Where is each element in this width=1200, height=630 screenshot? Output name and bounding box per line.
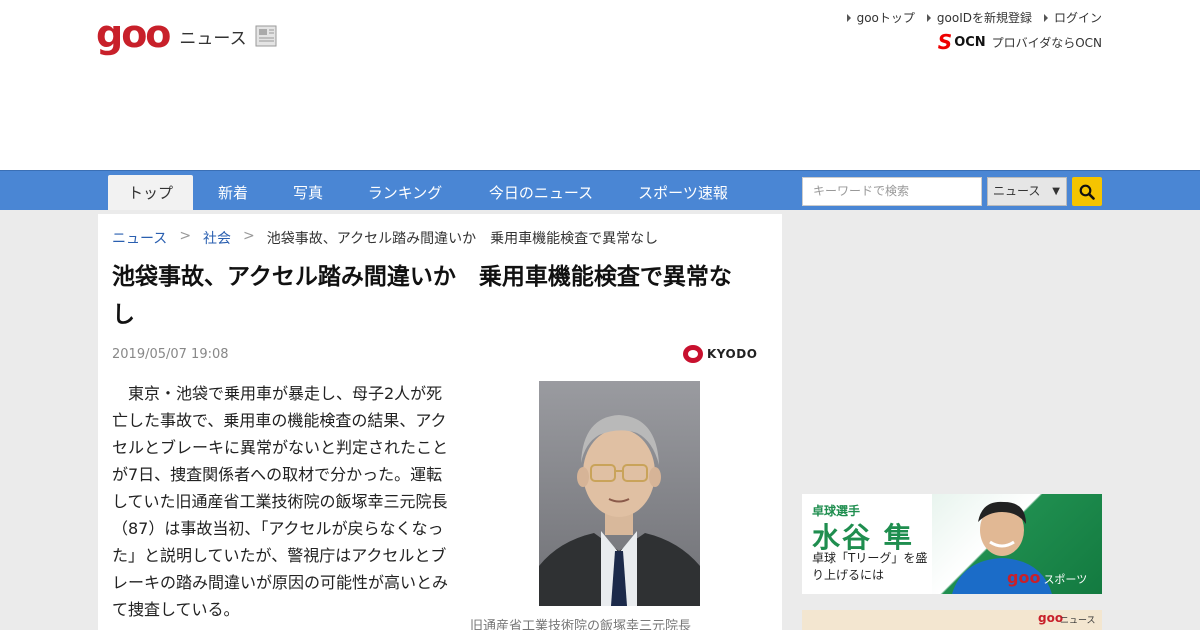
dropdown-arrow-icon: ▼	[1052, 186, 1060, 197]
ocn-promo-text: プロバイダならOCN	[991, 35, 1102, 50]
nav-tab-photo[interactable]: 写真	[280, 175, 336, 211]
portrait-image	[539, 381, 700, 606]
goo-news-logo[interactable]: goo ニュース	[96, 12, 279, 56]
triangle-right-icon	[926, 13, 931, 22]
nav-tab-new[interactable]: 新着	[205, 175, 261, 211]
article-date: 2019/05/07 19:08	[112, 347, 229, 362]
article-body: 東京・池袋で乗用車が暴走し、母子2人が死亡した事故で、乗用車の機能検査の結果、ア…	[112, 384, 449, 619]
photo-caption: 旧通産省工業技術院の飯塚幸三元院長	[470, 619, 692, 630]
search-icon	[1079, 184, 1095, 200]
newspaper-icon	[255, 25, 277, 47]
site-header: goo ニュース gooトップ gooIDを新規登録 ログイン S OCN プロ…	[0, 0, 1200, 170]
search-button[interactable]	[1072, 177, 1102, 206]
news-feature-banner[interactable]: goo ニュース	[802, 610, 1102, 630]
ocn-mark-icon: S	[937, 30, 953, 54]
breadcrumb: ニュース > 社会 > 池袋事故、アクセル踏み間違いか 乗用車機能検査で異常なし	[112, 228, 658, 248]
sports-feature-banner[interactable]: 卓球選手 水谷 隼 卓球「Tリーグ」を盛り上げるには goo スポーツ	[802, 494, 1102, 594]
login-link[interactable]: ログイン	[1043, 9, 1102, 26]
search-input[interactable]: キーワードで検索	[802, 177, 982, 206]
ocn-promo[interactable]: S OCN プロバイダならOCN	[938, 30, 1102, 54]
nav-tab-ranking[interactable]: ランキング	[358, 175, 452, 211]
breadcrumb-separator: >	[179, 228, 192, 244]
goo-news-badge-text: ニュース	[1060, 616, 1096, 626]
nav-tab-top[interactable]: トップ	[108, 175, 193, 211]
global-nav: トップ 新着 写真 ランキング 今日のニュース スポーツ速報 キーワードで検索 …	[0, 170, 1200, 211]
top-links: gooトップ gooIDを新規登録 ログイン	[846, 9, 1102, 26]
nav-tab-sports[interactable]: スポーツ速報	[628, 175, 738, 211]
kyodo-mark-icon	[683, 345, 703, 363]
news-logo-text: ニュース	[179, 28, 247, 49]
breadcrumb-news[interactable]: ニュース	[112, 228, 167, 248]
banner-text-panel: 卓球選手 水谷 隼 卓球「Tリーグ」を盛り上げるには	[802, 494, 932, 594]
article-title: 池袋事故、アクセル踏み間違いか 乗用車機能検査で異常なし	[112, 264, 732, 328]
banner-description: 卓球「Tリーグ」を盛り上げるには	[812, 551, 928, 582]
breadcrumb-separator: >	[243, 228, 255, 244]
goo-sports-badge: goo スポーツ	[1007, 568, 1088, 587]
breadcrumb-current: 池袋事故、アクセル踏み間違いか 乗用車機能検査で異常なし	[266, 231, 659, 247]
goo-top-link[interactable]: gooトップ	[846, 9, 915, 26]
triangle-right-icon	[1043, 13, 1048, 22]
goo-logo-text: goo	[96, 12, 171, 56]
nav-tab-today-news[interactable]: 今日のニュース	[478, 175, 604, 211]
kyodo-source-logo[interactable]: KYODO	[683, 345, 757, 363]
goo-id-register-link[interactable]: gooIDを新規登録	[926, 9, 1032, 26]
breadcrumb-society[interactable]: 社会	[203, 228, 231, 248]
triangle-right-icon	[846, 13, 851, 22]
search-scope-select[interactable]: ニュース ▼	[987, 177, 1067, 206]
ocn-logo: S OCN	[937, 30, 986, 54]
article-panel: ニュース > 社会 > 池袋事故、アクセル踏み間違いか 乗用車機能検査で異常なし…	[98, 214, 782, 630]
article-photo[interactable]	[539, 381, 700, 606]
